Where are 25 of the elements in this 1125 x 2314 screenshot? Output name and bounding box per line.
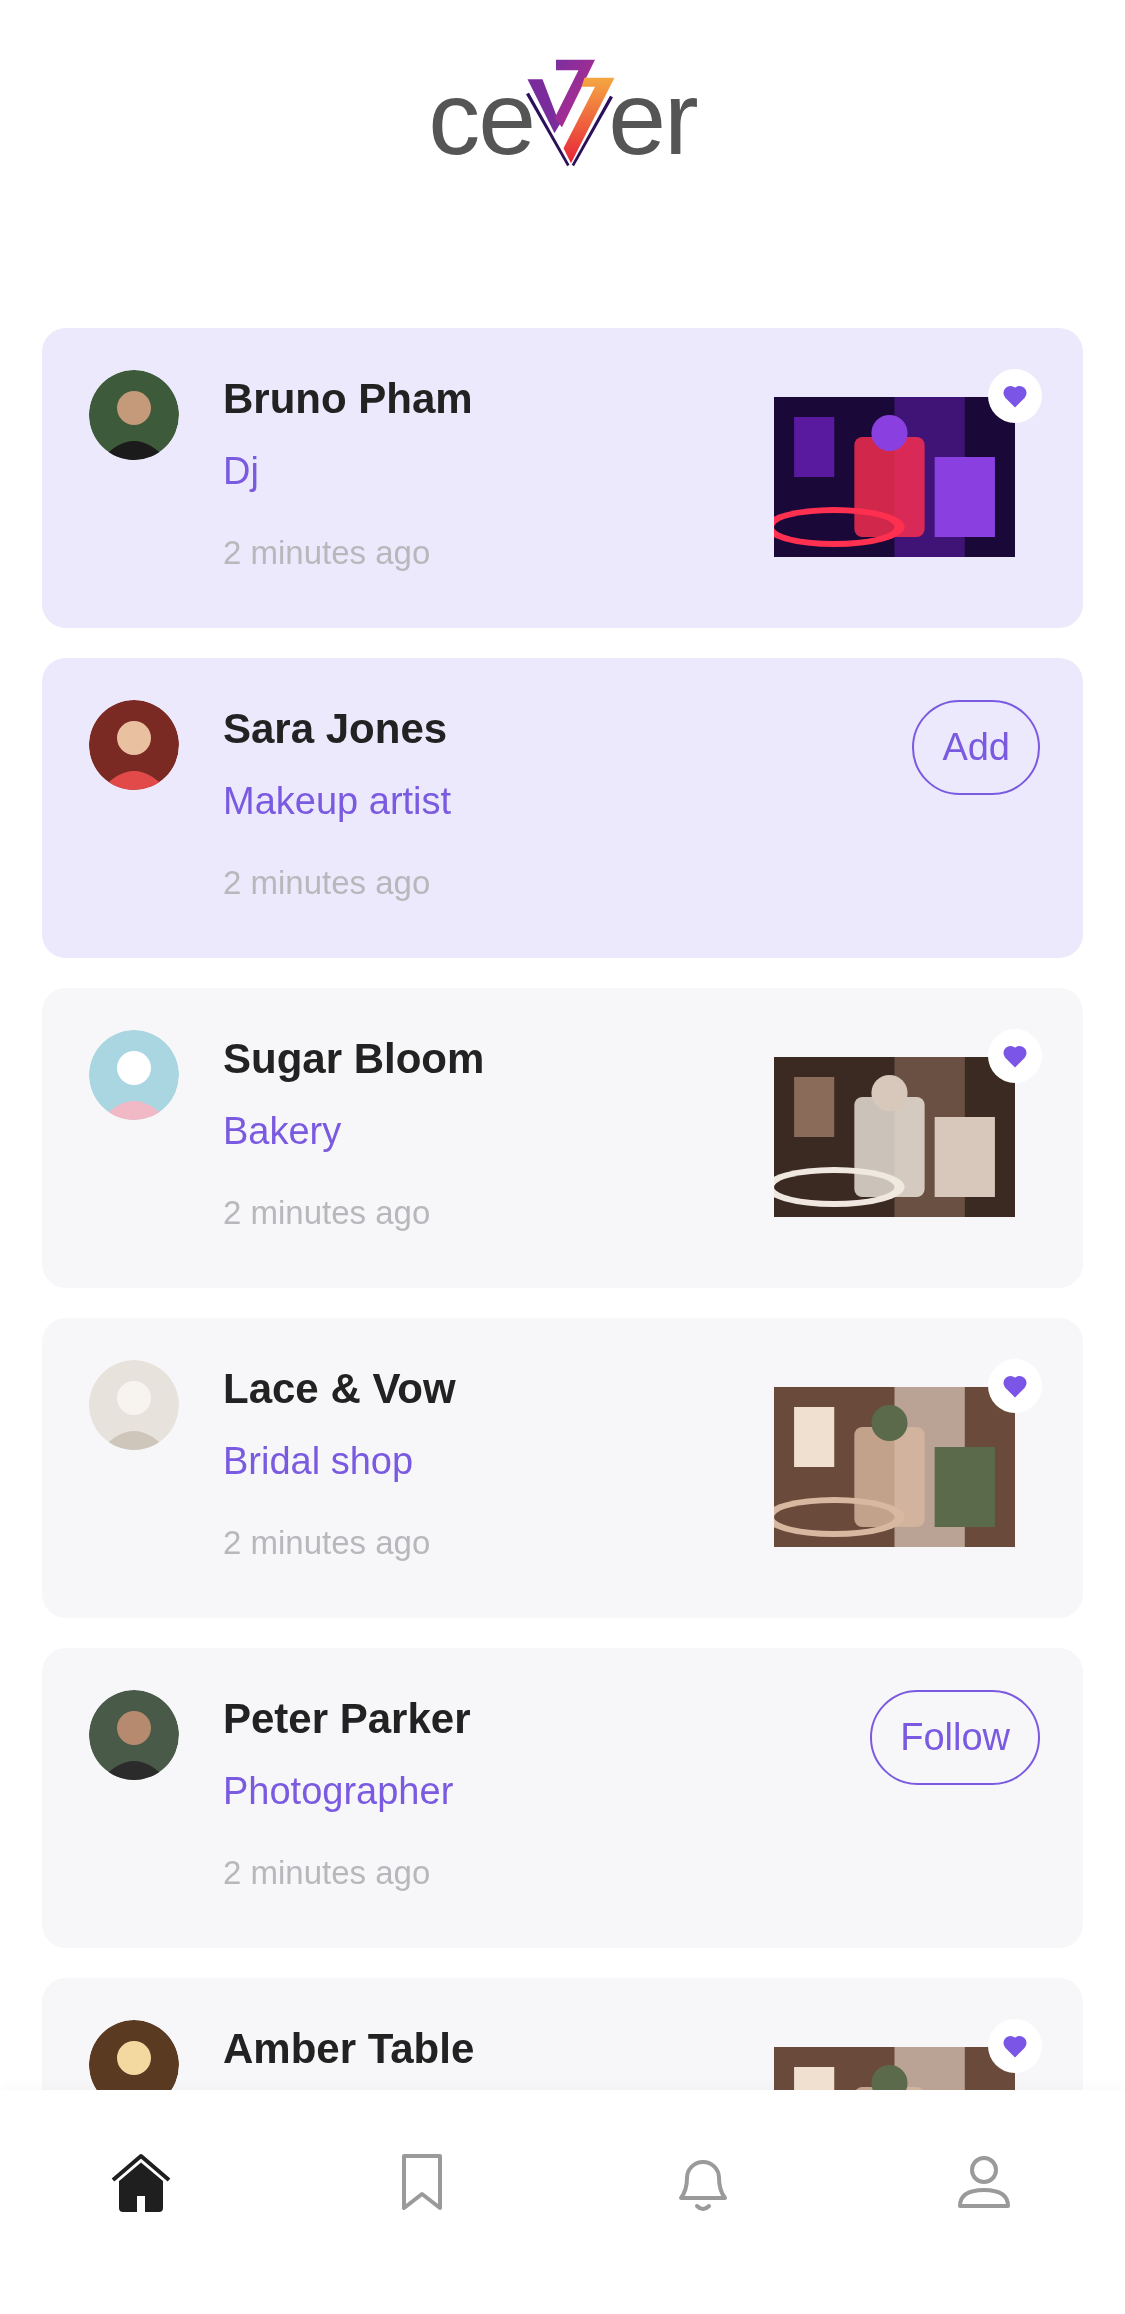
user-role: Bakery — [223, 1112, 343, 1150]
timestamp: 2 minutes ago — [223, 1526, 432, 1559]
timestamp: 2 minutes ago — [223, 1856, 432, 1889]
action-button[interactable]: Add — [912, 700, 1040, 795]
timestamp: 2 minutes ago — [223, 536, 432, 569]
feed-card[interactable]: Sugar Bloom Bakery 2 minutes ago — [42, 988, 1083, 1288]
action-button[interactable]: Follow — [870, 1690, 1040, 1785]
feed-card[interactable]: Lace & Vow Bridal shop 2 minutes ago — [42, 1318, 1083, 1618]
feed-card[interactable]: Bruno Pham Dj 2 minutes ago — [42, 328, 1083, 628]
user-name: Bruno Pham — [223, 378, 474, 420]
feed-card[interactable]: Peter Parker Photographer 2 minutes ago Follow — [42, 1648, 1083, 1948]
user-name: Sugar Bloom — [223, 1038, 486, 1080]
user-name: Peter Parker — [223, 1698, 472, 1740]
logo: ce er — [428, 58, 697, 172]
user-name: Sara Jones — [223, 708, 449, 750]
timestamp: 2 minutes ago — [223, 866, 432, 899]
feed-card[interactable]: Sara Jones Makeup artist 2 minutes ago Add — [42, 658, 1083, 958]
timestamp: 2 minutes ago — [223, 1196, 432, 1229]
feed-card[interactable]: Amber Table — [42, 1978, 1083, 2090]
user-role: Dj — [223, 452, 260, 490]
user-role: Makeup artist — [223, 782, 453, 820]
user-name: Lace & Vow — [223, 1368, 457, 1410]
user-role: Bridal shop — [223, 1442, 415, 1480]
user-role: Photographer — [223, 1772, 455, 1810]
user-name: Amber Table — [223, 2028, 476, 2070]
